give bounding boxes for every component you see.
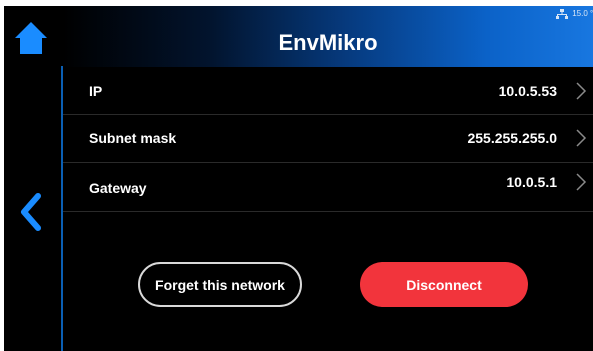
page-title: EnvMikro [278, 30, 378, 55]
home-button[interactable] [14, 20, 48, 56]
chevron-right-icon [576, 173, 587, 191]
app-screen: EnvMikro 15.0 °C IP 10.0.5.53 Subnet mas… [4, 6, 593, 351]
detail-row-gateway[interactable]: Gateway 10.0.5.1 [63, 163, 593, 212]
detail-label: Gateway [89, 180, 147, 196]
left-rail [4, 6, 63, 351]
status-indicator: 15.0 °C [556, 9, 593, 19]
detail-label: IP [89, 83, 103, 99]
temperature-readout: 15.0 °C [572, 9, 593, 18]
home-icon [15, 22, 47, 54]
detail-row-ip[interactable]: IP 10.0.5.53 [63, 67, 593, 115]
forget-network-button[interactable]: Forget this network [138, 262, 302, 307]
detail-value: 10.0.5.1 [506, 174, 557, 190]
detail-row-subnet-mask[interactable]: Subnet mask 255.255.255.0 [63, 115, 593, 163]
detail-value: 10.0.5.53 [498, 83, 557, 99]
network-icon [556, 9, 569, 19]
chevron-right-icon [576, 82, 587, 100]
chevron-left-icon [21, 193, 41, 231]
disconnect-button[interactable]: Disconnect [360, 262, 528, 307]
header-bar: EnvMikro 15.0 °C [63, 6, 593, 67]
back-button[interactable] [18, 192, 48, 232]
detail-label: Subnet mask [89, 130, 177, 146]
chevron-right-icon [576, 129, 587, 147]
detail-value: 255.255.255.0 [467, 130, 557, 146]
